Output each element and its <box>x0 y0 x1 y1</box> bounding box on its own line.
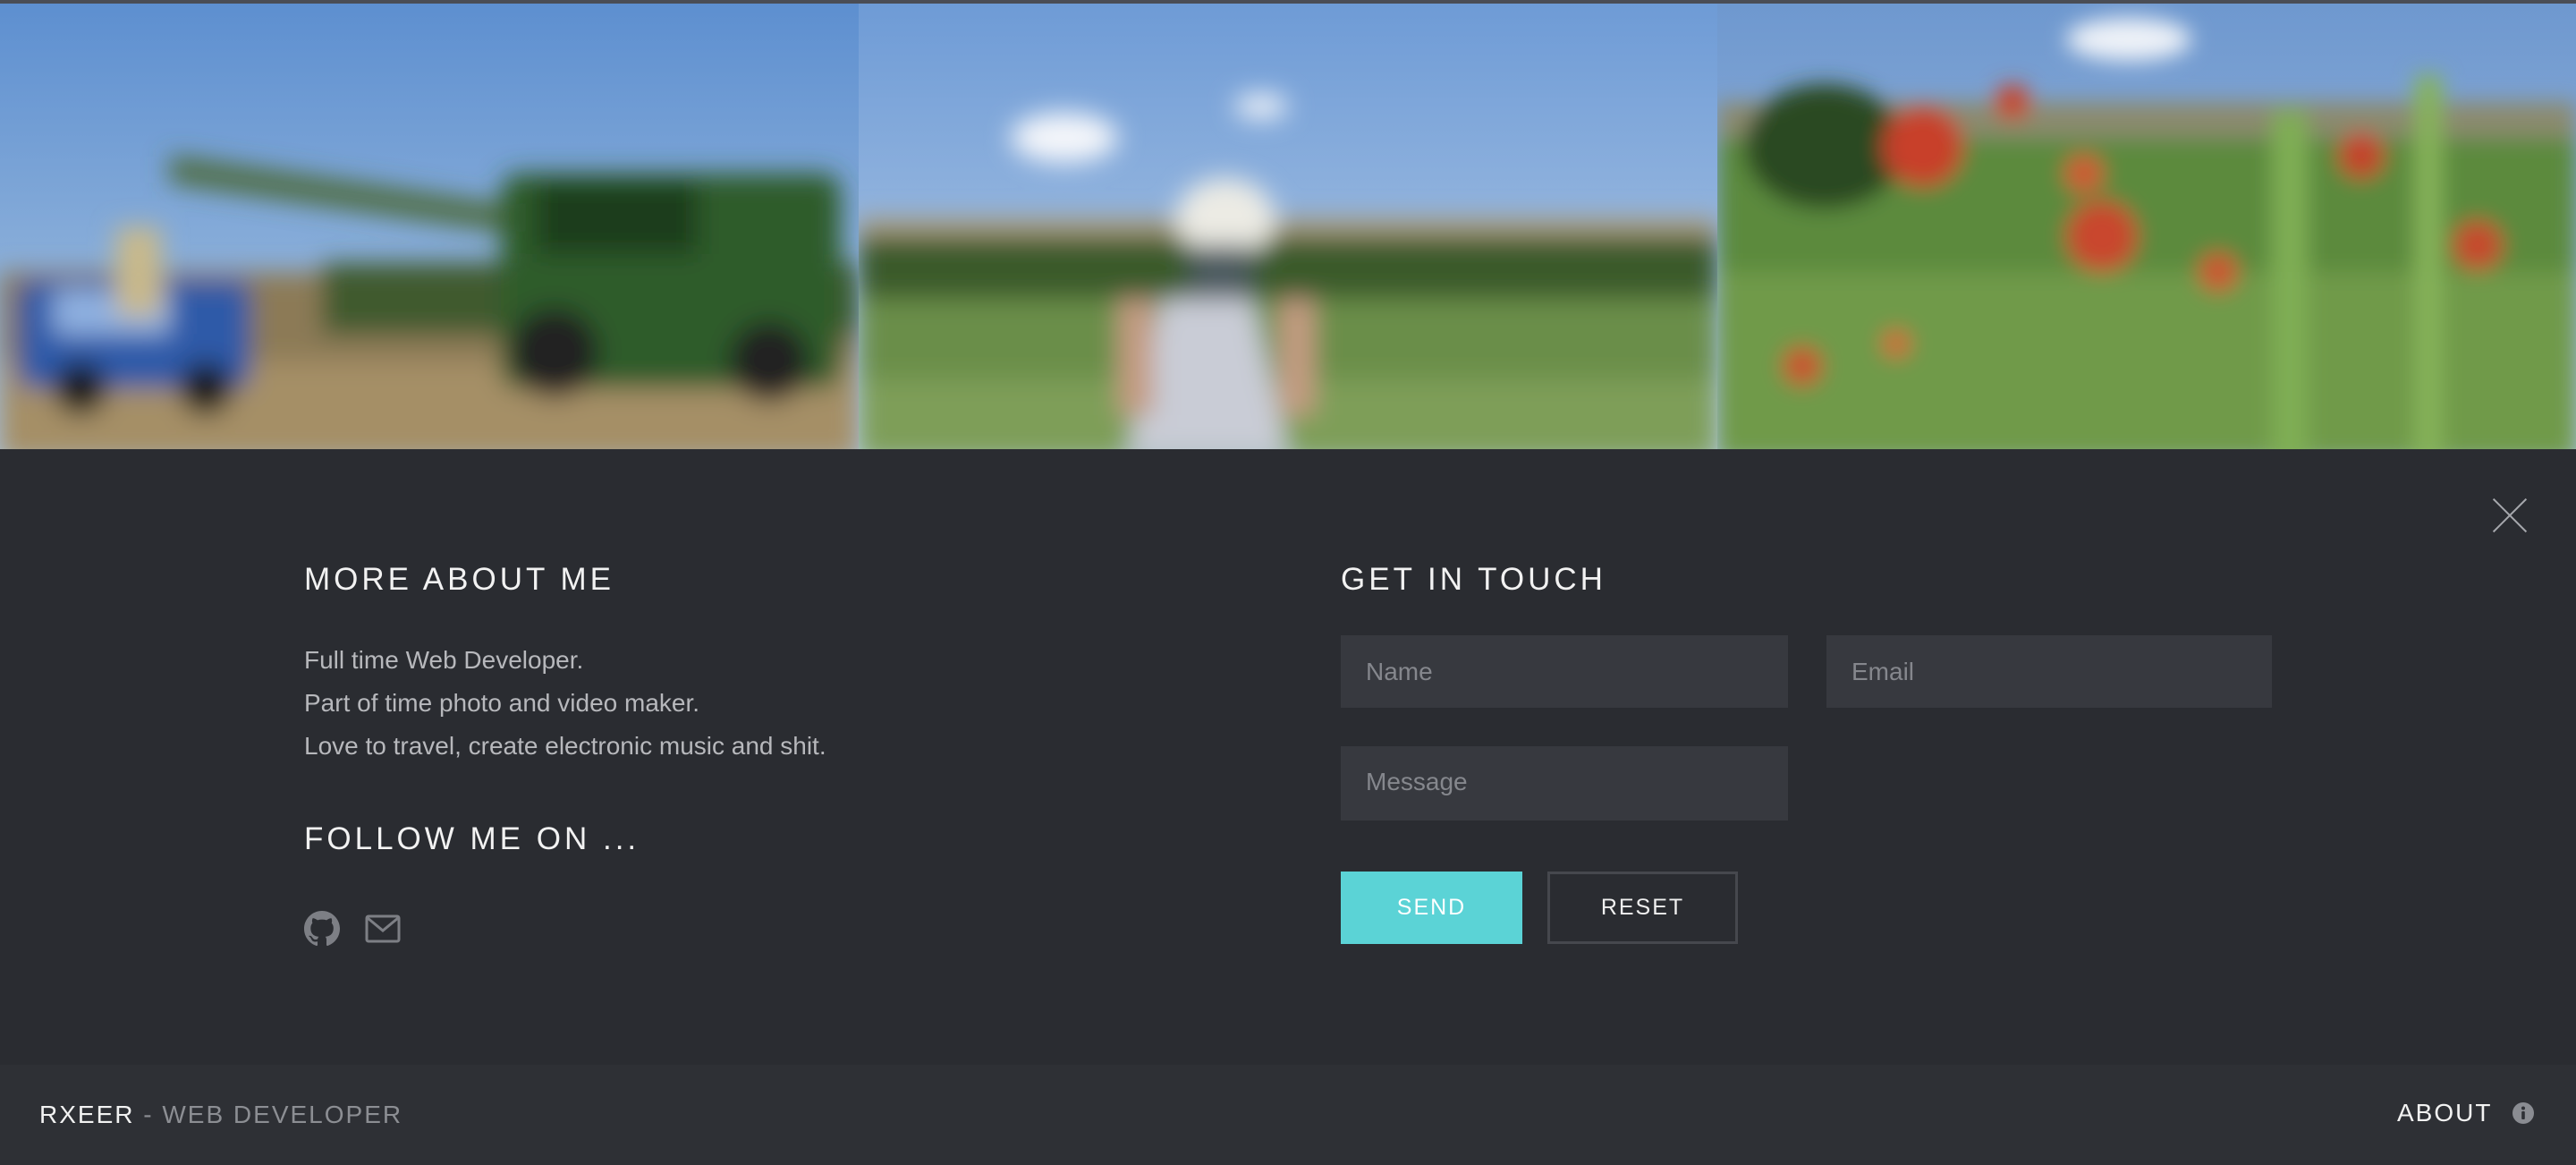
mail-icon[interactable] <box>365 911 401 947</box>
brand-separator: - <box>134 1101 163 1128</box>
brand-name: RXEER <box>39 1101 135 1128</box>
hero-photo-strip <box>0 0 2576 449</box>
close-icon[interactable] <box>2492 497 2528 533</box>
about-line: Part of time photo and video maker. <box>304 689 700 717</box>
send-button[interactable]: SEND <box>1341 872 1522 944</box>
message-field[interactable] <box>1341 746 1788 821</box>
photo-field-person <box>859 4 1717 449</box>
reset-button[interactable]: RESET <box>1547 872 1738 944</box>
follow-heading: FOLLOW ME ON ... <box>304 821 640 856</box>
brand[interactable]: RXEER - WEB DEVELOPER <box>39 1101 402 1129</box>
about-line: Love to travel, create electronic music … <box>304 732 826 760</box>
about-section: MORE ABOUT ME Full time Web Developer. P… <box>304 555 1109 947</box>
contact-heading: GET IN TOUCH <box>1341 562 1606 597</box>
github-icon[interactable] <box>304 911 340 947</box>
brand-tagline: WEB DEVELOPER <box>162 1101 403 1128</box>
about-description: Full time Web Developer. Part of time ph… <box>304 639 826 768</box>
about-line: Full time Web Developer. <box>304 646 584 674</box>
about-link-label: ABOUT <box>2397 1099 2493 1127</box>
about-link[interactable]: ABOUT <box>2397 1099 2535 1127</box>
social-links <box>304 911 401 947</box>
info-icon <box>2512 1102 2535 1124</box>
about-heading: MORE ABOUT ME <box>304 562 614 597</box>
name-field[interactable] <box>1341 635 1788 708</box>
photo-poppies <box>1717 4 2576 449</box>
contact-section: GET IN TOUCH SEND RESET <box>1341 555 2325 944</box>
email-field[interactable] <box>1826 635 2272 708</box>
photo-harvester <box>0 4 859 449</box>
